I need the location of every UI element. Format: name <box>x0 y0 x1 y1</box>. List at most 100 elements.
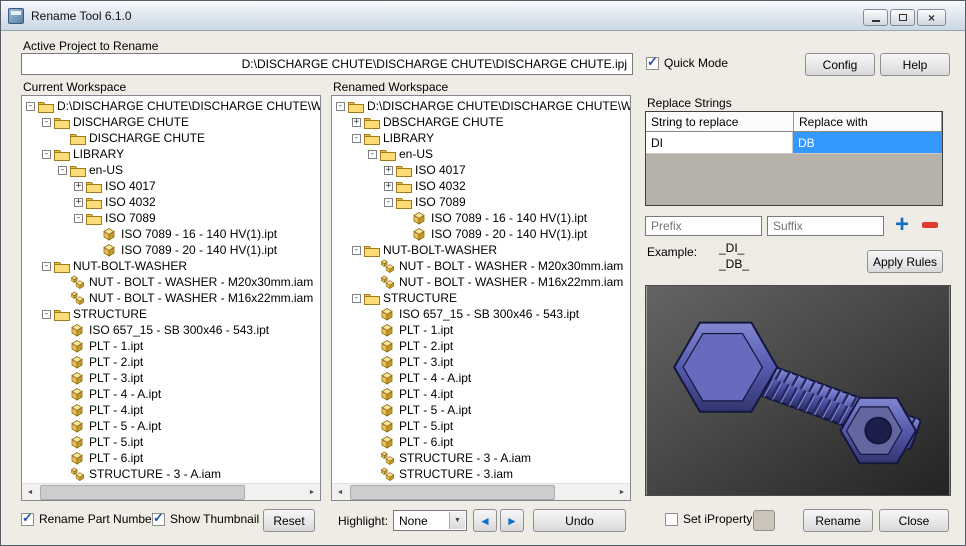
tree-item[interactable]: +ISO 4017 <box>22 178 320 194</box>
tree-item[interactable]: +ISO 4017 <box>332 162 630 178</box>
remove-rule-button[interactable] <box>917 211 943 239</box>
tree-item[interactable]: -D:\DISCHARGE CHUTE\DISCHARGE CHUTE\W <box>22 98 320 114</box>
config-button[interactable]: Config <box>805 53 875 76</box>
tree-item[interactable]: PLT - 4 - A.ipt <box>22 386 320 402</box>
tree-item[interactable]: -ISO 7089 <box>332 194 630 210</box>
tree-item[interactable]: -DISCHARGE CHUTE <box>22 114 320 130</box>
collapse-icon[interactable]: - <box>352 294 361 303</box>
tree-item[interactable]: +ISO 4032 <box>22 194 320 210</box>
tree-item[interactable]: ISO 7089 - 16 - 140 HV(1).ipt <box>22 226 320 242</box>
tree-item[interactable]: PLT - 5.ipt <box>332 418 630 434</box>
collapse-icon[interactable]: - <box>384 198 393 207</box>
highlight-dropdown[interactable]: None ▼ <box>393 510 467 531</box>
tree-item[interactable]: -NUT-BOLT-WASHER <box>22 258 320 274</box>
tree-item[interactable]: -en-US <box>332 146 630 162</box>
scroll-thumb[interactable] <box>40 485 245 500</box>
tree-item[interactable]: ISO 7089 - 16 - 140 HV(1).ipt <box>332 210 630 226</box>
tree-item[interactable]: -NUT-BOLT-WASHER <box>332 242 630 258</box>
collapse-icon[interactable]: - <box>352 134 361 143</box>
collapse-icon[interactable]: - <box>42 118 51 127</box>
collapse-icon[interactable]: - <box>42 310 51 319</box>
title-bar[interactable]: Rename Tool 6.1.0 <box>1 1 965 31</box>
tree-item[interactable]: ISO 7089 - 20 - 140 HV(1).ipt <box>22 242 320 258</box>
tree-item[interactable]: NUT - BOLT - WASHER - M20x30mm.iam <box>332 258 630 274</box>
tree-item[interactable]: -D:\DISCHARGE CHUTE\DISCHARGE CHUTE\W <box>332 98 630 114</box>
tree-item[interactable]: +DBSCHARGE CHUTE <box>332 114 630 130</box>
tree-item[interactable]: PLT - 4 - A.ipt <box>332 370 630 386</box>
rename-part-number-checkbox[interactable]: ✓ Rename Part Number <box>21 512 156 526</box>
expand-icon[interactable]: + <box>384 182 393 191</box>
scroll-left-button[interactable]: ◄ <box>22 485 38 500</box>
tree-item[interactable]: PLT - 1.ipt <box>22 338 320 354</box>
set-iproperty-checkbox[interactable]: ✓ Set iProperty <box>665 512 752 526</box>
tree-item[interactable]: PLT - 2.ipt <box>22 354 320 370</box>
tree-item[interactable]: PLT - 5 - A.ipt <box>332 402 630 418</box>
scroll-right-button[interactable]: ► <box>304 485 320 500</box>
tree-item[interactable]: -LIBRARY <box>332 130 630 146</box>
tree-item[interactable]: NUT - BOLT - WASHER - M20x30mm.iam <box>22 274 320 290</box>
collapse-icon[interactable]: - <box>58 166 67 175</box>
tree-item[interactable]: ISO 7089 - 20 - 140 HV(1).ipt <box>332 226 630 242</box>
tree-item[interactable]: NUT - BOLT - WASHER - M16x22mm.iam <box>22 290 320 306</box>
collapse-icon[interactable]: - <box>42 262 51 271</box>
tree-item[interactable]: ISO 657_15 - SB 300x46 - 543.ipt <box>332 306 630 322</box>
expand-icon[interactable]: + <box>74 198 83 207</box>
tree-item[interactable]: PLT - 4.ipt <box>22 402 320 418</box>
collapse-icon[interactable]: - <box>368 150 377 159</box>
tree-item[interactable]: PLT - 1.ipt <box>332 322 630 338</box>
suffix-input[interactable] <box>767 216 884 236</box>
tree-item[interactable]: -LIBRARY <box>22 146 320 162</box>
thumbnail-3d-preview[interactable] <box>645 285 951 496</box>
string-to-replace-column-header[interactable]: String to replace <box>646 112 794 131</box>
maximize-button[interactable] <box>890 9 915 26</box>
tree-item[interactable]: PLT - 2.ipt <box>332 338 630 354</box>
tree-item[interactable]: PLT - 5 - A.ipt <box>22 418 320 434</box>
scroll-left-button[interactable]: ◄ <box>332 485 348 500</box>
highlight-next-button[interactable]: ► <box>500 509 524 532</box>
tree-item[interactable]: STRUCTURE - 3.iam <box>332 466 630 482</box>
apply-rules-button[interactable]: Apply Rules <box>867 250 943 273</box>
expand-icon[interactable]: + <box>352 118 361 127</box>
tree-item[interactable]: PLT - 4.ipt <box>332 386 630 402</box>
rename-button[interactable]: Rename <box>803 509 873 532</box>
close-dialog-button[interactable]: Close <box>879 509 949 532</box>
tree-item[interactable]: -en-US <box>22 162 320 178</box>
tree-item[interactable]: PLT - 6.ipt <box>332 434 630 450</box>
iproperty-value-box[interactable] <box>753 510 775 531</box>
renamed-h-scrollbar[interactable]: ◄ ► <box>332 483 630 500</box>
current-h-scrollbar[interactable]: ◄ ► <box>22 483 320 500</box>
tree-item[interactable]: +ISO 4032 <box>332 178 630 194</box>
show-thumbnail-checkbox[interactable]: ✓ Show Thumbnail <box>152 512 259 526</box>
collapse-icon[interactable]: - <box>42 150 51 159</box>
prefix-input[interactable] <box>645 216 762 236</box>
scroll-thumb[interactable] <box>350 485 555 500</box>
tree-item[interactable]: PLT - 3.ipt <box>332 354 630 370</box>
tree-item[interactable]: -STRUCTURE <box>22 306 320 322</box>
tree-item[interactable]: -STRUCTURE <box>332 290 630 306</box>
expand-icon[interactable]: + <box>384 166 393 175</box>
tree-item[interactable]: PLT - 6.ipt <box>22 450 320 466</box>
add-rule-button[interactable]: + <box>889 211 915 239</box>
replace-with-column-header[interactable]: Replace with <box>794 112 942 131</box>
minimize-button[interactable] <box>863 9 888 26</box>
reset-button[interactable]: Reset <box>263 509 315 532</box>
highlight-prev-button[interactable]: ◄ <box>473 509 497 532</box>
tree-item[interactable]: -ISO 7089 <box>22 210 320 226</box>
tree-item[interactable]: PLT - 3.ipt <box>22 370 320 386</box>
string-to-replace-cell[interactable]: DI <box>646 132 793 153</box>
scroll-right-button[interactable]: ► <box>614 485 630 500</box>
help-button[interactable]: Help <box>880 53 950 76</box>
collapse-icon[interactable]: - <box>352 246 361 255</box>
tree-item[interactable]: STRUCTURE - 3 - A.iam <box>22 466 320 482</box>
tree-item[interactable]: STRUCTURE - 3 - A.iam <box>332 450 630 466</box>
expand-icon[interactable]: + <box>74 182 83 191</box>
quick-mode-checkbox[interactable]: ✓ Quick Mode <box>646 56 728 70</box>
close-button[interactable]: × <box>917 9 946 26</box>
undo-button[interactable]: Undo <box>533 509 626 532</box>
replace-with-cell[interactable]: DB <box>793 132 942 153</box>
tree-item[interactable]: ISO 657_15 - SB 300x46 - 543.ipt <box>22 322 320 338</box>
collapse-icon[interactable]: - <box>336 102 345 111</box>
project-path-field[interactable] <box>21 53 633 75</box>
collapse-icon[interactable]: - <box>74 214 83 223</box>
tree-item[interactable]: NUT - BOLT - WASHER - M16x22mm.iam <box>332 274 630 290</box>
